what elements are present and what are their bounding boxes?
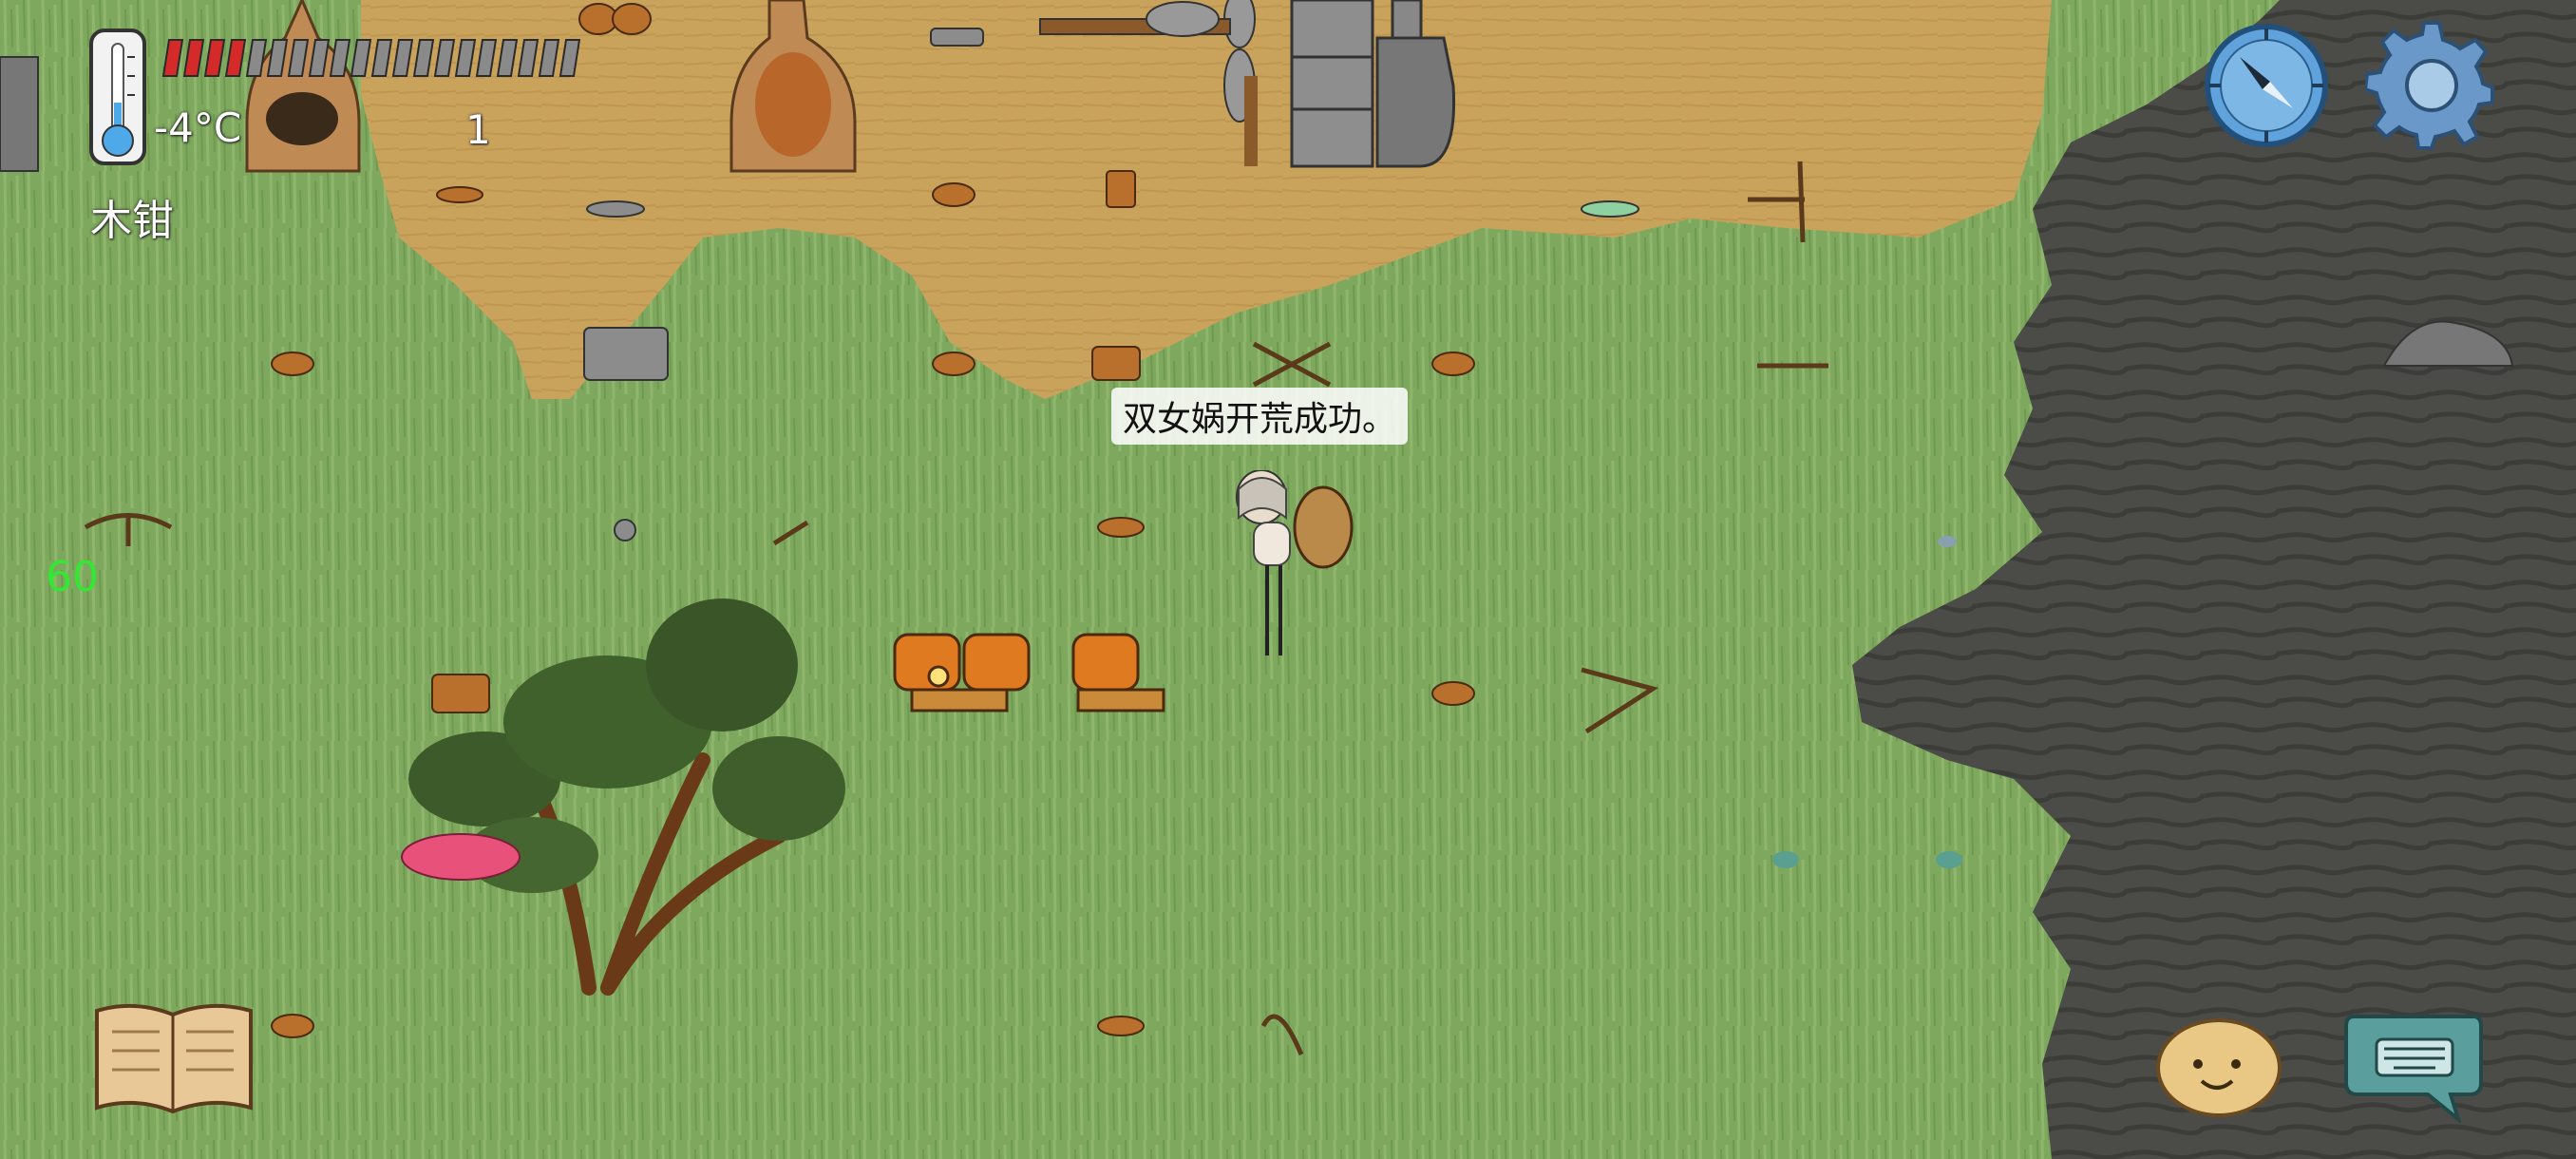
food-pip-empty <box>308 39 331 77</box>
food-pip-empty <box>350 39 372 77</box>
food-pip-full <box>224 39 247 77</box>
speech-bubble: 双女娲开荒成功。 <box>1111 388 1409 445</box>
held-item-name: 木钳 <box>90 197 174 245</box>
food-pip-full <box>161 39 184 77</box>
yum-counter: 1 <box>465 106 491 153</box>
stone-mill <box>1039 0 1456 168</box>
kiln-center <box>729 0 857 173</box>
orange-machines <box>893 633 1165 712</box>
food-pip-empty <box>475 39 498 77</box>
kiln-left <box>245 0 361 173</box>
food-pip-empty <box>538 39 560 77</box>
keyboard-icon[interactable] <box>2344 1007 2483 1123</box>
food-pip-empty <box>559 39 581 77</box>
food-pip-empty <box>454 39 477 77</box>
food-pip-empty <box>517 39 540 77</box>
food-pip-empty <box>496 39 519 77</box>
juniper-tree <box>408 598 845 996</box>
food-pip-empty <box>370 39 393 77</box>
fps-counter: 60 <box>46 553 99 601</box>
emote-face-icon[interactable] <box>2154 1015 2283 1121</box>
temperature-readout: -4°C <box>154 104 242 151</box>
food-pip-empty <box>266 39 289 77</box>
game-world[interactable]: 双女娲开荒成功。 <box>0 0 2576 1159</box>
food-pip-empty <box>412 39 435 77</box>
thermometer-icon <box>89 28 146 165</box>
food-bar <box>161 39 581 77</box>
food-pip-empty <box>391 39 414 77</box>
food-pip-empty <box>245 39 268 77</box>
food-pip-empty <box>287 39 310 77</box>
compass-icon[interactable] <box>2202 21 2331 150</box>
speech-text: 双女娲开荒成功。 <box>1123 400 1397 439</box>
gear-icon[interactable] <box>2365 17 2498 150</box>
food-pip-full <box>203 39 226 77</box>
book-icon[interactable] <box>91 998 257 1117</box>
pig <box>401 833 521 881</box>
player-character[interactable] <box>1225 470 1358 660</box>
food-pip-full <box>182 39 205 77</box>
food-pip-empty <box>433 39 456 77</box>
food-pip-empty <box>329 39 351 77</box>
